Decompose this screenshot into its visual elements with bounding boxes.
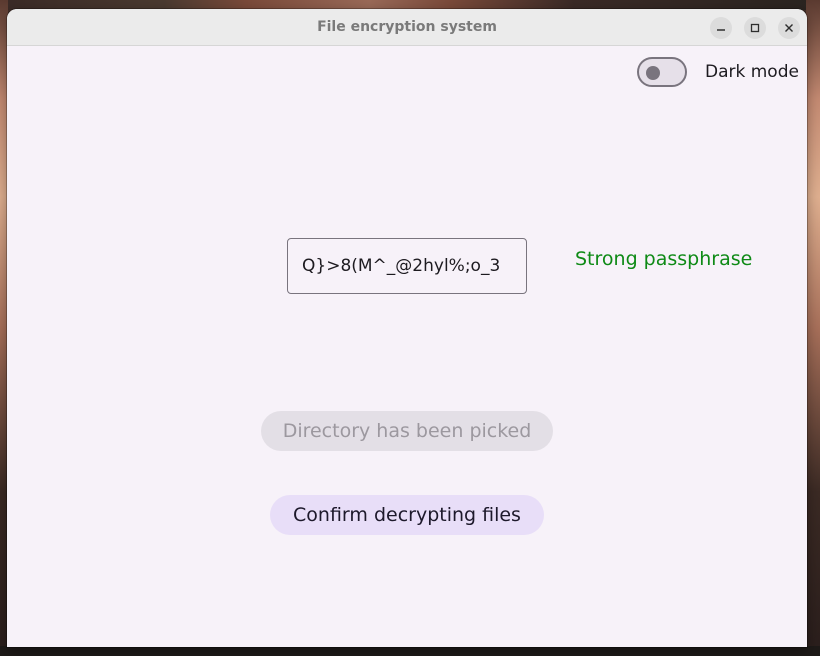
app-window: File encryption system Dark mode Strong … [7,9,807,647]
window-title: File encryption system [317,19,497,35]
main-content: Dark mode Strong passphrase Directory ha… [7,46,807,647]
close-button[interactable] [778,17,800,39]
dark-mode-label: Dark mode [705,62,799,82]
close-icon [785,24,793,32]
minimize-icon [717,29,725,31]
desktop-wallpaper-bottom [0,646,820,656]
minimize-button[interactable] [710,17,732,39]
switch-knob [646,66,660,80]
confirm-decrypt-button[interactable]: Confirm decrypting files [270,495,544,535]
dark-mode-switch[interactable] [637,57,687,87]
pick-directory-button[interactable]: Directory has been picked [261,411,553,451]
passphrase-input[interactable] [287,238,527,294]
desktop-wallpaper-right [806,0,820,656]
title-bar[interactable]: File encryption system [7,9,807,46]
passphrase-strength-label: Strong passphrase [575,248,753,270]
maximize-button[interactable] [744,17,766,39]
maximize-icon [750,23,760,33]
